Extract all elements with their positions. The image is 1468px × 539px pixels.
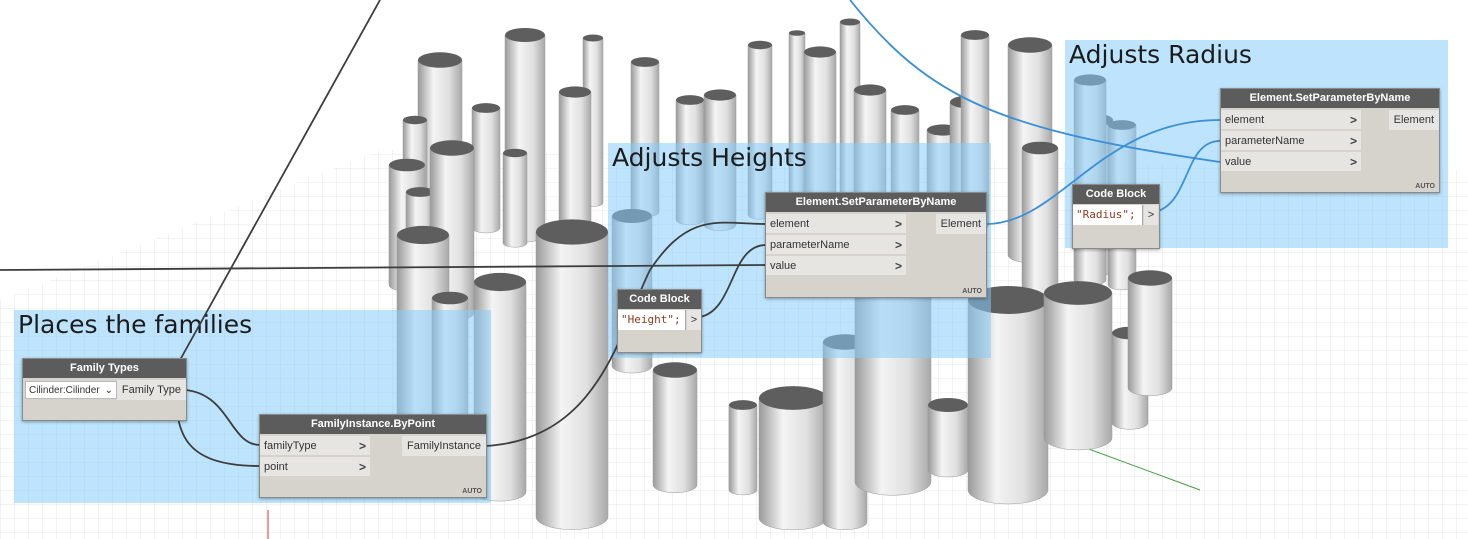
chevron-right-icon: >: [894, 238, 902, 252]
input-port-value[interactable]: value >: [766, 256, 906, 276]
node-header: FamilyInstance.ByPoint: [260, 415, 486, 434]
chevron-down-icon: ⌄: [104, 385, 113, 396]
node-header: Family Types: [23, 359, 186, 378]
port-label: point: [264, 461, 288, 473]
node-family-instance-by-point[interactable]: FamilyInstance.ByPoint familyType > poin…: [259, 414, 487, 498]
port-label: parameterName: [770, 239, 850, 251]
node-code-block-height[interactable]: Code Block "Height"; >: [617, 289, 702, 353]
lacing-auto-label: AUTO: [1415, 183, 1435, 190]
family-type-dropdown[interactable]: Cilinder:Cilinder ⌄: [25, 381, 117, 399]
port-label: value: [1225, 156, 1252, 168]
chevron-right-icon: >: [358, 460, 366, 474]
input-port-value[interactable]: value >: [1221, 152, 1361, 172]
output-port[interactable]: >: [1144, 205, 1158, 225]
node-code-block-radius[interactable]: Code Block "Radius"; >: [1072, 184, 1160, 249]
chevron-right-icon: >: [894, 217, 902, 231]
output-port-family-instance[interactable]: FamilyInstance: [402, 436, 486, 456]
input-port-parameter-name[interactable]: parameterName >: [1221, 131, 1361, 151]
node-family-types[interactable]: Family Types Cilinder:Cilinder ⌄ Family …: [22, 358, 187, 421]
node-header: Code Block: [618, 290, 701, 309]
chevron-right-icon: >: [1349, 155, 1357, 169]
wire: [1157, 140, 1221, 212]
code-editor[interactable]: "Radius";: [1073, 205, 1143, 225]
output-port[interactable]: >: [687, 310, 701, 330]
output-port-element[interactable]: Element: [935, 214, 986, 234]
lacing-auto-label: AUTO: [462, 488, 482, 495]
node-set-parameter-radius[interactable]: Element.SetParameterByName element > par…: [1220, 88, 1440, 193]
port-label: value: [770, 260, 797, 272]
wire: [175, 384, 261, 467]
code-editor[interactable]: "Height";: [618, 310, 686, 330]
node-set-parameter-height[interactable]: Element.SetParameterByName element > par…: [765, 192, 987, 298]
port-label: element: [1225, 114, 1265, 126]
wire: [179, 0, 381, 361]
dynamo-canvas[interactable]: Adjusts Radius Adjusts Heights Places th…: [0, 0, 1468, 539]
input-port-family-type[interactable]: familyType >: [260, 436, 370, 456]
wires-layer: [0, 0, 1221, 467]
input-port-parameter-name[interactable]: parameterName >: [766, 235, 906, 255]
wire: [699, 244, 767, 318]
wire: [185, 389, 261, 446]
dropdown-value: Cilinder:Cilinder: [29, 385, 100, 396]
input-port-element[interactable]: element >: [1221, 110, 1361, 130]
node-header: Element.SetParameterByName: [766, 193, 986, 212]
output-port-family-type[interactable]: Family Type: [116, 380, 186, 400]
wire: [849, 0, 1221, 163]
port-label: familyType: [264, 440, 317, 452]
node-header: Element.SetParameterByName: [1221, 89, 1439, 108]
input-port-point[interactable]: point >: [260, 457, 370, 477]
chevron-right-icon: >: [1349, 113, 1357, 127]
input-port-element[interactable]: element >: [766, 214, 906, 234]
node-header: Code Block: [1073, 185, 1159, 204]
lacing-auto-label: AUTO: [962, 288, 982, 295]
chevron-right-icon: >: [1349, 134, 1357, 148]
chevron-right-icon: >: [358, 439, 366, 453]
output-port-element[interactable]: Element: [1388, 110, 1439, 130]
port-label: element: [770, 218, 810, 230]
port-label: parameterName: [1225, 135, 1305, 147]
chevron-right-icon: >: [894, 259, 902, 273]
